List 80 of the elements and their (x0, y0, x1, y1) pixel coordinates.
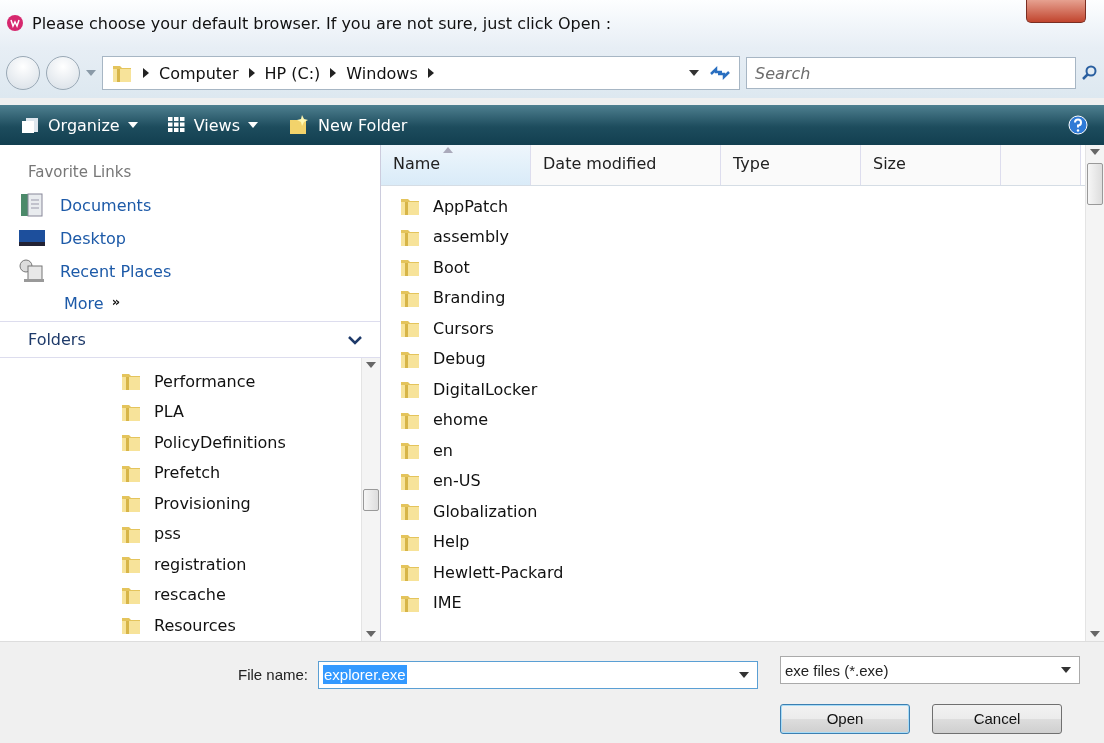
file-row[interactable]: IME (399, 587, 1085, 618)
scroll-up-icon (366, 362, 376, 368)
dialog-button[interactable]: Cancel (932, 703, 1062, 734)
breadcrumb-arrow-icon (143, 68, 149, 78)
close-button[interactable] (1026, 0, 1086, 23)
desktop-icon (18, 228, 46, 248)
breadcrumb-arrow-icon (330, 68, 337, 78)
refresh-icon[interactable] (709, 64, 731, 82)
column-header[interactable]: Date modified (531, 145, 721, 185)
file-row[interactable]: assembly (399, 221, 1085, 252)
file-row[interactable]: Cursors (399, 313, 1085, 344)
toolbar-button[interactable]: New Folder (284, 112, 412, 138)
favorite-link[interactable]: Desktop (0, 223, 380, 253)
file-row[interactable]: Help (399, 526, 1085, 557)
tree-item[interactable]: Performance (120, 366, 361, 397)
documents-icon (18, 192, 46, 218)
file-row[interactable]: AppPatch (399, 191, 1085, 222)
dropdown-caret-icon (689, 70, 699, 76)
tree-item[interactable]: Resources (120, 610, 361, 641)
history-caret-icon (86, 70, 96, 76)
file-row[interactable]: Boot (399, 252, 1085, 283)
scroll-down-icon (1090, 631, 1100, 637)
folders-title[interactable]: Folders (28, 330, 86, 349)
toolbar-button[interactable]: Views (163, 113, 262, 137)
column-header[interactable]: Type (721, 145, 861, 185)
file-name-label: File name: (237, 666, 308, 684)
tree-item[interactable]: Prefetch (120, 457, 361, 488)
caret-icon (127, 122, 138, 128)
file-row[interactable]: en-US (399, 465, 1085, 496)
new-folder-icon (288, 114, 310, 136)
breadcrumb[interactable]: Windows (346, 63, 418, 83)
scrollbar[interactable] (1085, 145, 1104, 641)
tree-item[interactable]: PolicyDefinitions (120, 427, 361, 458)
forward-button[interactable] (46, 56, 80, 90)
caret-icon (248, 122, 258, 128)
scroll-thumb[interactable] (1087, 163, 1103, 205)
column-header[interactable]: Size (861, 145, 1001, 185)
file-row[interactable]: DigitalLocker (399, 374, 1085, 405)
window-title: Please choose your default browser. If you are not sure, just click Open : (32, 14, 612, 33)
file-row[interactable]: Hewlett-Packard (399, 557, 1085, 588)
organize-icon (20, 116, 40, 134)
file-type-dropdown[interactable]: exe files (*.exe) (780, 656, 1080, 684)
more-link[interactable]: More » (0, 289, 380, 321)
caret-icon (739, 671, 749, 678)
dialog-button[interactable]: Open (780, 703, 910, 734)
tree-item[interactable]: Provisioning (120, 488, 361, 519)
breadcrumb[interactable]: Computer (159, 63, 239, 83)
file-row[interactable]: Debug (399, 343, 1085, 374)
grid-view-icon (167, 117, 186, 133)
back-button[interactable] (6, 56, 40, 90)
scroll-up-icon (1090, 149, 1100, 155)
breadcrumb-arrow-icon (427, 68, 434, 78)
breadcrumb[interactable]: HP (C:) (264, 63, 321, 83)
chevron-icon[interactable] (348, 334, 362, 345)
scrollbar[interactable] (361, 358, 380, 641)
file-row[interactable]: en (399, 435, 1085, 466)
help-icon[interactable] (1068, 115, 1088, 135)
scroll-thumb[interactable] (363, 488, 379, 511)
column-header[interactable]: Name (381, 145, 531, 185)
favorite-link[interactable]: Documents (0, 187, 380, 223)
tree-item[interactable]: pss (120, 518, 361, 549)
section-title: Favorite Links (27, 162, 133, 183)
tree-item[interactable]: rescache (120, 579, 361, 610)
breadcrumb-arrow-icon (248, 68, 255, 78)
file-row[interactable]: ehome (399, 404, 1085, 435)
tree-item[interactable]: PLA (120, 396, 361, 427)
app-logo-icon (6, 14, 24, 32)
sort-caret-icon (443, 147, 453, 153)
file-name-value: explorer.exe (323, 665, 407, 685)
search-icon[interactable] (1082, 65, 1098, 81)
file-row[interactable]: Branding (399, 282, 1085, 313)
scroll-down-icon (366, 631, 376, 637)
tree-item[interactable]: registration (120, 549, 361, 580)
search-field[interactable]: Search (746, 57, 1076, 89)
address-bar[interactable]: Computer HP (C:) Windows (102, 56, 740, 90)
file-row[interactable]: Globalization (399, 496, 1085, 527)
caret-icon (1061, 667, 1071, 673)
toolbar-button[interactable]: Organize (16, 113, 142, 137)
recent-places-icon (18, 258, 46, 284)
favorite-link[interactable]: Recent Places (0, 253, 380, 289)
